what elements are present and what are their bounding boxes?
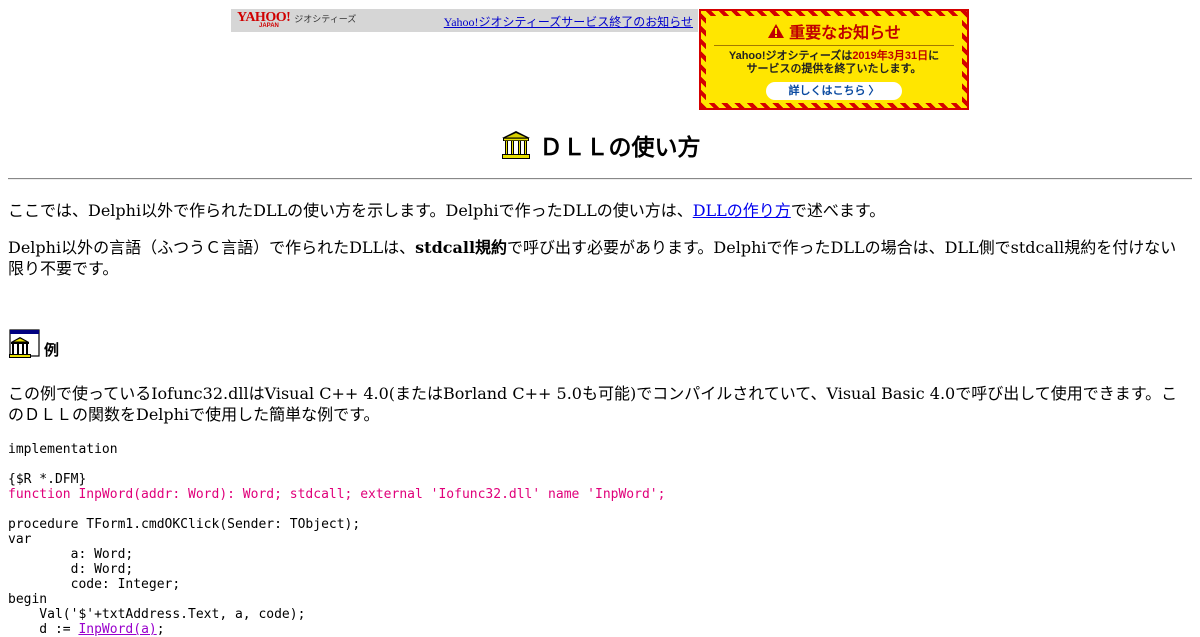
code-line: a: Word; (8, 547, 134, 562)
banner-msg-line2: サービスの提供を終了いたします。 (746, 63, 922, 75)
code-line: implementation (8, 442, 118, 457)
banner-msg-line1-post: に (928, 50, 940, 62)
code-line: {$R *.DFM} (8, 472, 87, 487)
title-divider (8, 178, 1192, 180)
code-line: code: Integer; (8, 577, 181, 592)
important-notice-banner[interactable]: 重要なお知らせ Yahoo!ジオシティーズは2019年3月31日に サービスの提… (699, 9, 969, 110)
geocities-header-bar: YAHOO! JAPAN ジオシティーズ Yahoo!ジオシティーズサービス終了… (231, 9, 698, 32)
yahoo-geocities-logo[interactable]: YAHOO! JAPAN ジオシティーズ (237, 11, 357, 30)
banner-content: 重要なお知らせ Yahoo!ジオシティーズは2019年3月31日に サービスの提… (706, 16, 962, 103)
details-button[interactable]: 詳しくはこちら 〉 (766, 82, 902, 100)
example-section-header: 例 (8, 329, 59, 361)
code-line: begin (8, 592, 48, 607)
banner-message: Yahoo!ジオシティーズは2019年3月31日に サービスの提供を終了いたしま… (706, 50, 962, 76)
stdcall-bold: stdcall規約 (415, 238, 508, 257)
intro-paragraph: ここでは、Delphi以外で作られたDLLの使い方を示します。Delphiで作っ… (8, 200, 1192, 221)
banner-msg-line1-pre: Yahoo!ジオシティーズは (728, 50, 853, 62)
code-listing: implementation {$R *.DFM} function InpWo… (8, 442, 1192, 637)
banner-title: 重要なお知らせ (789, 25, 901, 42)
code-line-external-declaration: function InpWord(addr: Word): Word; stdc… (8, 487, 666, 502)
code-line: var (8, 532, 32, 547)
code-line: procedure TForm1.cmdOKClick(Sender: TObj… (8, 517, 361, 532)
code-line: Val('$'+txtAddress.Text, a, code); (8, 607, 306, 622)
page-title-row: ＤＬＬの使い方 (0, 128, 1200, 162)
temple-icon (501, 131, 530, 159)
service-end-notice-link[interactable]: Yahoo!ジオシティーズサービス終了のお知らせ (444, 13, 693, 30)
warning-icon (768, 24, 785, 38)
banner-title-row: 重要なお知らせ (706, 20, 962, 42)
stdcall-text-pre: Delphi以外の言語（ふつうＣ言語）で作られたDLLは、 (8, 238, 416, 257)
dll-howto-link[interactable]: DLLの作り方 (693, 201, 791, 220)
example-description: この例で使っているIofunc32.dllはVisual C++ 4.0(または… (8, 384, 1178, 424)
intro-text-pre: ここでは、Delphi以外で作られたDLLの使い方を示します。Delphiで作っ… (8, 201, 693, 220)
intro-text-post: で述べます。 (790, 201, 886, 220)
example-section-title: 例 (44, 341, 60, 359)
code-line: d: Word; (8, 562, 134, 577)
yahoo-logo-sub: JAPAN (259, 23, 279, 29)
page-title: ＤＬＬの使い方 (539, 135, 701, 161)
stdcall-paragraph: Delphi以外の言語（ふつうＣ言語）で作られたDLLは、stdcall規約で呼… (8, 237, 1192, 279)
banner-msg-date: 2019年3月31日 (852, 50, 929, 62)
window-temple-icon (9, 329, 40, 358)
banner-divider (714, 45, 954, 46)
geocities-service-name: ジオシティーズ (294, 14, 357, 24)
